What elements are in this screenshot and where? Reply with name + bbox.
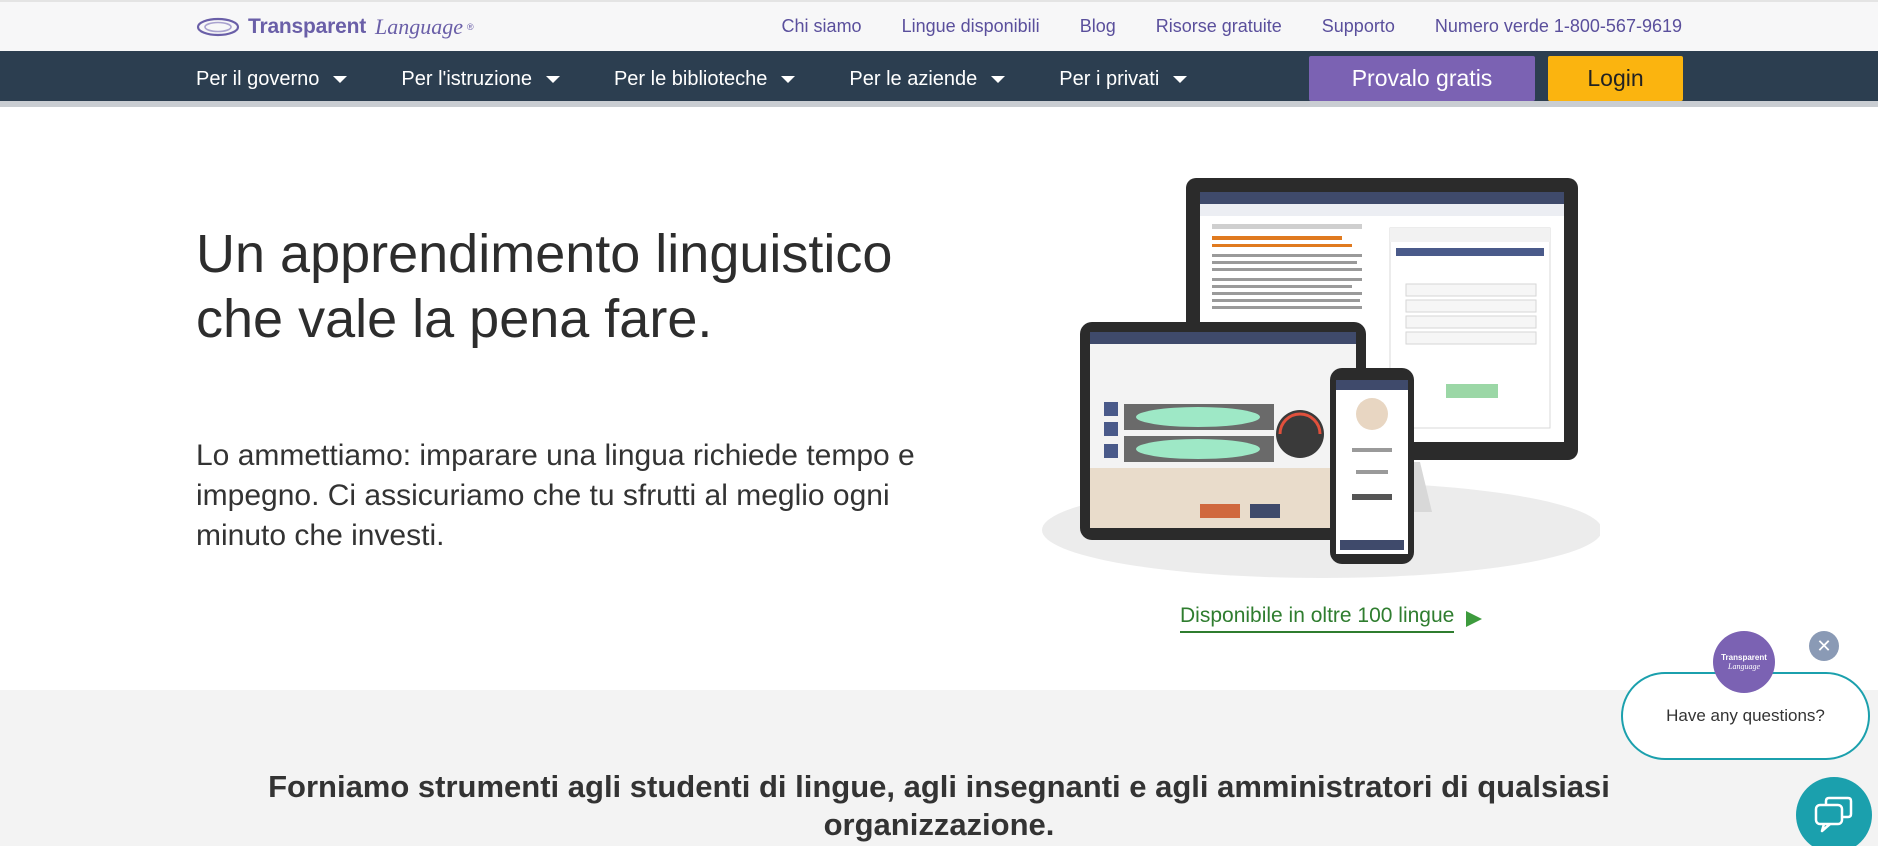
brand-logo[interactable]: Transparent Language ® bbox=[196, 12, 474, 42]
hero-title: Un apprendimento linguistico che vale la… bbox=[196, 224, 893, 349]
nav-item-individuals[interactable]: Per i privati bbox=[1059, 67, 1188, 91]
top-utility-bar: Transparent Language ® Chi siamo Lingue … bbox=[0, 0, 1878, 51]
chat-avatar-line1: Transparent bbox=[1721, 653, 1767, 662]
top-link-languages[interactable]: Lingue disponibili bbox=[902, 16, 1040, 37]
nav-item-business[interactable]: Per le aziende bbox=[849, 67, 1006, 91]
brand-name-bold: Transparent bbox=[248, 15, 367, 38]
brand-name-italic: Language bbox=[375, 14, 464, 39]
caret-down-icon bbox=[991, 75, 1006, 83]
chat-prompt-text: Have any questions? bbox=[1666, 706, 1825, 725]
chat-close-button[interactable]: ✕ bbox=[1809, 631, 1839, 661]
chat-avatar-line2: Language bbox=[1728, 662, 1760, 671]
top-link-blog[interactable]: Blog bbox=[1080, 16, 1116, 37]
top-link-phone[interactable]: Numero verde 1-800-567-9619 bbox=[1435, 16, 1682, 37]
top-link-free-resources[interactable]: Risorse gratuite bbox=[1156, 16, 1282, 37]
available-languages-label: Disponibile in oltre 100 lingue bbox=[1180, 604, 1455, 633]
caret-down-icon bbox=[333, 75, 348, 83]
hero-subtitle: Lo ammettiamo: imparare una lingua richi… bbox=[196, 439, 915, 552]
nav-item-label: Per l'istruzione bbox=[401, 67, 532, 90]
nav-item-government[interactable]: Per il governo bbox=[196, 67, 348, 91]
caret-down-icon bbox=[781, 75, 796, 83]
logo-swoosh-icon bbox=[196, 17, 240, 37]
nav-item-label: Per il governo bbox=[196, 67, 320, 90]
nav-item-label: Per le aziende bbox=[849, 67, 978, 90]
available-languages-link[interactable]: Disponibile in oltre 100 lingue bbox=[1180, 604, 1483, 633]
top-links: Chi siamo Lingue disponibili Blog Risors… bbox=[782, 16, 1682, 37]
close-icon: ✕ bbox=[1816, 636, 1832, 656]
caret-down-icon bbox=[1173, 75, 1188, 83]
chat-launcher-button[interactable] bbox=[1796, 777, 1872, 846]
brand-registered-mark: ® bbox=[467, 22, 474, 32]
nav-menu: Per il governo Per l'istruzione Per le b… bbox=[196, 51, 1241, 107]
main-nav-bar: Per il governo Per l'istruzione Per le b… bbox=[0, 51, 1878, 107]
chat-avatar: Transparent Language bbox=[1713, 631, 1775, 693]
chat-icon bbox=[1814, 796, 1853, 833]
nav-item-libraries[interactable]: Per le biblioteche bbox=[613, 67, 796, 91]
caret-down-icon bbox=[545, 75, 560, 83]
devices-illustration bbox=[1042, 178, 1600, 578]
top-link-support[interactable]: Supporto bbox=[1322, 16, 1395, 37]
nav-item-education[interactable]: Per l'istruzione bbox=[401, 68, 560, 91]
top-link-about[interactable]: Chi siamo bbox=[782, 16, 862, 37]
try-free-button[interactable]: Provalo gratis bbox=[1309, 56, 1535, 101]
nav-item-label: Per le biblioteche bbox=[613, 67, 768, 90]
login-button[interactable]: Login bbox=[1548, 56, 1683, 101]
tools-heading: Forniamo strumenti agli studenti di ling… bbox=[268, 769, 1610, 842]
arrow-right-icon bbox=[1466, 610, 1483, 627]
nav-item-label: Per i privati bbox=[1059, 67, 1160, 90]
